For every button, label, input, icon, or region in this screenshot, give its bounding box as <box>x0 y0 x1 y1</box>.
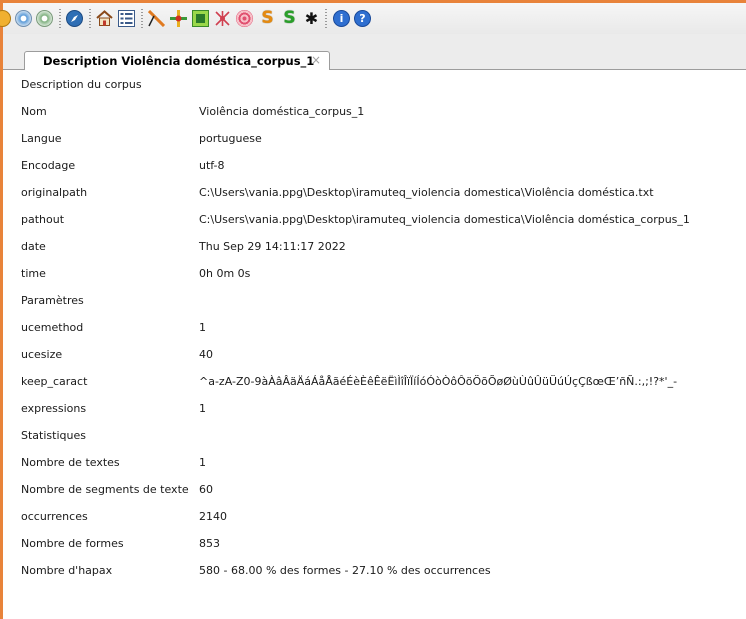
info-glyph: i <box>339 12 344 25</box>
row-key: Statistiques <box>21 429 86 442</box>
row-value: 1 <box>199 321 206 334</box>
s-icon[interactable]: S <box>259 10 276 27</box>
description-table: Description du corpus Nom Violência domést… <box>3 71 746 584</box>
list-icon[interactable] <box>118 10 135 27</box>
table-row: time 0h 0m 0s <box>3 260 746 287</box>
row-value: 1 <box>199 456 206 469</box>
table-row: keep_caract ^a-zA-Z0-9àÀâÂäÄáÁåÅãéÉèÈêÊëË… <box>3 368 746 395</box>
network-icon[interactable] <box>214 10 231 27</box>
row-key: Nombre de textes <box>21 456 120 469</box>
home-icon[interactable] <box>96 10 113 27</box>
row-value: 0h 0m 0s <box>199 267 251 280</box>
tab-description[interactable]: Description Violência doméstica_corpus_1… <box>24 51 330 70</box>
row-value: 40 <box>199 348 213 361</box>
row-key: originalpath <box>21 186 88 199</box>
row-key: Paramètres <box>21 294 84 307</box>
row-key: keep_caract <box>21 375 88 388</box>
target-icon[interactable] <box>236 10 253 27</box>
compass-icon[interactable] <box>66 10 83 27</box>
toolbar-separator <box>141 9 143 29</box>
cut-icon[interactable] <box>147 9 166 28</box>
tab-title: Description Violência doméstica_corpus_1 <box>43 54 315 68</box>
cross-icon[interactable] <box>170 10 187 27</box>
toolbar: S S ✱ i ? <box>0 3 746 34</box>
s-green-icon[interactable]: S <box>281 10 298 27</box>
star-icon[interactable]: ✱ <box>303 10 320 27</box>
table-row: ucemethod 1 <box>3 314 746 341</box>
s-glyph: S <box>283 8 296 28</box>
table-row: Nombre de segments de texte 60 <box>3 476 746 503</box>
row-value: Violência doméstica_corpus_1 <box>199 105 365 118</box>
table-row: Nombre d'hapax 580 - 68.00 % des formes -… <box>3 557 746 584</box>
row-key: Encodage <box>21 159 76 172</box>
toolbar-separator <box>59 9 61 29</box>
close-icon[interactable]: × <box>311 53 321 67</box>
row-key: ucesize <box>21 348 63 361</box>
table-row: expressions 1 <box>3 395 746 422</box>
table-row: date Thu Sep 29 14:11:17 2022 <box>3 233 746 260</box>
corpus-icon[interactable] <box>0 10 11 27</box>
row-key: Nombre de formes <box>21 537 124 550</box>
row-key: date <box>21 240 46 253</box>
table-row: Nombre de formes 853 <box>3 530 746 557</box>
table-row: pathout C:\Users\vania.ppg\Desktop\iramut… <box>3 206 746 233</box>
s-glyph: S <box>261 8 274 28</box>
table-row: Statistiques <box>3 422 746 449</box>
table-row: originalpath C:\Users\vania.ppg\Desktop\i… <box>3 179 746 206</box>
table-row: occurrences 2140 <box>3 503 746 530</box>
star-glyph: ✱ <box>304 9 319 28</box>
frame-icon[interactable] <box>192 10 209 27</box>
row-key: expressions <box>21 402 87 415</box>
toolbar-separator <box>89 9 91 29</box>
table-row: Nom Violência doméstica_corpus_1 <box>3 98 746 125</box>
row-value: utf-8 <box>199 159 225 172</box>
options-icon[interactable] <box>15 10 32 27</box>
row-key: Nombre de segments de texte <box>21 483 189 496</box>
tab-bar: Description Violência doméstica_corpus_1… <box>3 34 746 70</box>
table-row: ucesize 40 <box>3 341 746 368</box>
row-key: Description du corpus <box>21 78 142 91</box>
row-key: Nombre d'hapax <box>21 564 113 577</box>
row-value: 580 - 68.00 % des formes - 27.10 % des o… <box>199 564 491 577</box>
table-row: Nombre de textes 1 <box>3 449 746 476</box>
row-value: C:\Users\vania.ppg\Desktop\iramuteq_viol… <box>199 186 654 199</box>
row-value: 1 <box>199 402 206 415</box>
info-icon[interactable]: i <box>333 10 350 27</box>
table-row: Encodage utf-8 <box>3 152 746 179</box>
row-key: Nom <box>21 105 47 118</box>
table-row: Paramètres <box>3 287 746 314</box>
row-key: ucemethod <box>21 321 84 334</box>
row-value: portuguese <box>199 132 262 145</box>
help-glyph: ? <box>359 12 366 25</box>
table-row: Langue portuguese <box>3 125 746 152</box>
help-icon[interactable]: ? <box>354 10 371 27</box>
row-value: 853 <box>199 537 220 550</box>
row-value: C:\Users\vania.ppg\Desktop\iramuteq_viol… <box>199 213 690 226</box>
row-value: ^a-zA-Z0-9àÀâÂäÄáÁåÅãéÉèÈêÊëËìÌîÎïÏíÍóÓò… <box>199 375 678 388</box>
toolbar-separator <box>325 9 327 29</box>
row-key: Langue <box>21 132 62 145</box>
row-key: occurrences <box>21 510 88 523</box>
table-row: Description du corpus <box>3 71 746 98</box>
row-value: 60 <box>199 483 213 496</box>
row-value: 2140 <box>199 510 227 523</box>
row-value: Thu Sep 29 14:11:17 2022 <box>199 240 346 253</box>
info-disk-icon[interactable] <box>36 10 53 27</box>
row-key: time <box>21 267 46 280</box>
row-key: pathout <box>21 213 65 226</box>
